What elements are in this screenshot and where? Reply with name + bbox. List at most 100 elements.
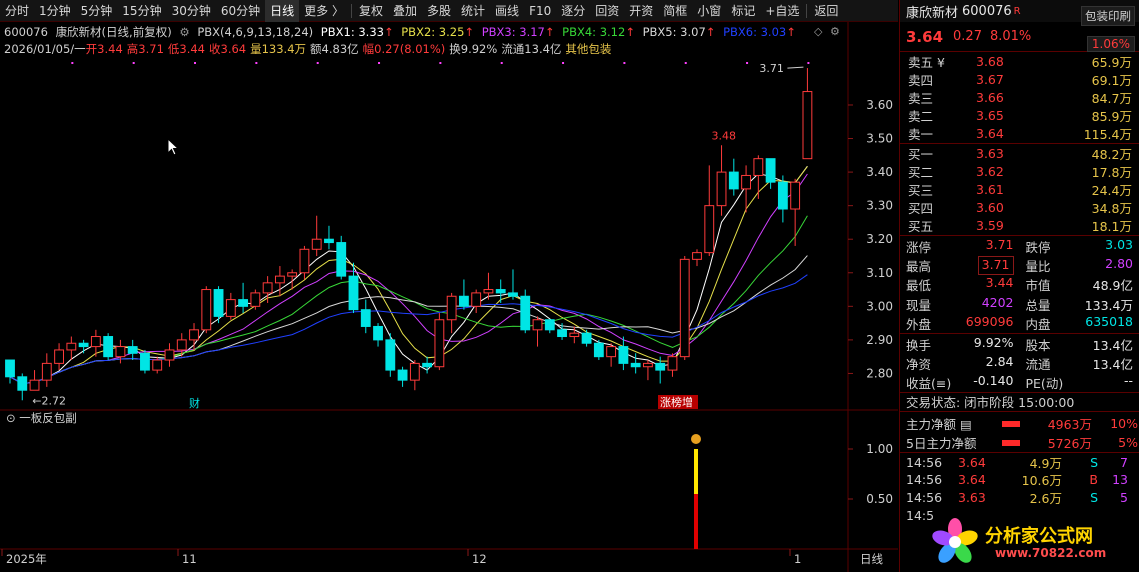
stat-cell: 现量 4202 <box>900 295 1020 314</box>
toolbar-item-18[interactable]: 小窗 <box>692 0 726 22</box>
toolbar-item-4[interactable]: 30分钟 <box>167 0 216 22</box>
sub-tick-label: 1.00 <box>866 442 893 456</box>
capital-flow-row: 5日主力净额 5726万 5% <box>900 433 1139 452</box>
stat-cell: 最高 3.71 <box>900 256 1020 276</box>
candle-body <box>508 292 518 297</box>
flow-pct: 5% <box>1118 435 1138 451</box>
ask-price: 3.66 <box>976 89 1004 105</box>
ask-label: 卖五 ¥ <box>908 54 945 70</box>
bid-level-3[interactable]: 买三 3.61 24.4万 <box>900 180 1139 198</box>
kline-chart-area[interactable]: 3.60 3.50 3.40 3.30 3.20 3.10 3.00 2.90 2.80 3.71… <box>0 22 898 572</box>
mouse-cursor-icon <box>167 138 180 156</box>
period-toolbar: 分时 1分钟 5分钟 15分钟 30分钟 60分钟 日线 更多 〉复权 叠加 多股 统计 画线 F10 逐… <box>0 0 898 22</box>
candle-body <box>373 325 383 341</box>
candle-body <box>446 295 457 321</box>
toolbar-item-21[interactable]: 返回 <box>809 0 843 22</box>
stat-label: PE(动) <box>1025 376 1064 392</box>
bid-level-5[interactable]: 买五 3.59 18.1万 <box>900 217 1139 235</box>
toolbar-item-11[interactable]: 统计 <box>456 0 490 22</box>
stat-label: 量比 <box>1025 259 1051 275</box>
stat-label: 现量 <box>906 297 932 313</box>
event-badge-cai: 财 <box>189 396 200 410</box>
toolbar-item-9[interactable]: 叠加 <box>388 0 422 22</box>
stat-label: 外盘 <box>906 316 932 332</box>
flow-pct: 10% <box>1110 416 1138 432</box>
ask-level-3[interactable]: 卖三 3.66 84.7万 <box>900 88 1139 106</box>
quote-header: 康欣新材 600076 R 包装印刷 <box>900 0 1139 26</box>
toolbar-item-19[interactable]: 标记 <box>726 0 760 22</box>
signal-dot <box>746 62 749 64</box>
capital-flow-row: 主力净额 ▤ 4963万 10% <box>900 414 1139 433</box>
candle-body <box>176 339 187 351</box>
toolbar-item-12[interactable]: 画线 <box>490 0 524 22</box>
toolbar-item-2[interactable]: 5分钟 <box>76 0 118 22</box>
settings-icon[interactable]: ⚙ <box>179 25 189 39</box>
bid-label: 买三 <box>908 182 934 198</box>
toolbar-separator <box>806 3 808 18</box>
flow-value: 4963万 <box>1047 417 1092 433</box>
signal-bar-red <box>694 494 698 549</box>
toolbar-item-1[interactable]: 1分钟 <box>34 0 76 22</box>
candle-body <box>765 158 776 183</box>
stat-label: 涨停 <box>906 239 932 255</box>
sector-button[interactable]: 包装印刷 <box>1081 6 1135 26</box>
toolbar-item-13[interactable]: F10 <box>524 0 556 22</box>
price-tick-label: 3.30 <box>866 199 893 213</box>
candle-body <box>581 332 592 344</box>
stat-cell: 股本 13.4亿 <box>1020 335 1139 354</box>
bar-other: 其他包装 <box>565 42 612 56</box>
ask-level-1[interactable]: 卖五 ¥ 3.68 65.9万 <box>900 52 1139 70</box>
stat-value: 133.4万 <box>1084 297 1133 313</box>
toolbar-item-7[interactable]: 更多 〉 <box>299 0 349 22</box>
candle-body <box>164 349 175 361</box>
ask-level-5[interactable]: 卖一 3.64 115.4万 <box>900 125 1139 143</box>
sector-change-badge[interactable]: 1.06% <box>1086 36 1135 52</box>
toolbar-item-0[interactable]: 分时 <box>0 0 34 22</box>
ask-price: 3.68 <box>976 53 1004 69</box>
toolbar-item-5[interactable]: 60分钟 <box>216 0 265 22</box>
bid-level-4[interactable]: 买四 3.60 34.8万 <box>900 199 1139 217</box>
bar-high: 高3.71 <box>126 42 164 56</box>
ask-level-4[interactable]: 卖二 3.65 85.9万 <box>900 107 1139 125</box>
ask-volume: 115.4万 <box>1083 127 1132 143</box>
bar-float: 流通13.4亿 <box>501 42 562 56</box>
toolbar-item-8[interactable]: 复权 <box>354 0 388 22</box>
pbx2-arrow-icon: ↑ <box>464 25 475 39</box>
tick-p: 3.63 <box>958 490 986 506</box>
candle-body <box>189 329 199 341</box>
ask-label: 卖一 <box>908 127 934 143</box>
toolbar-item-14[interactable]: 逐分 <box>556 0 590 22</box>
price-change-pct: 8.01% <box>989 29 1032 44</box>
toolbar-item-16[interactable]: 开资 <box>624 0 658 22</box>
stat-cell: 市值 48.9亿 <box>1020 275 1139 294</box>
toolbar-item-10[interactable]: 多股 <box>422 0 456 22</box>
bid-price: 3.62 <box>976 163 1004 179</box>
pbx6-value: PBX6: 3.03 <box>723 25 787 39</box>
toolbar-item-20[interactable]: +自选 <box>760 0 804 22</box>
toolbar-item-17[interactable]: 简框 <box>658 0 692 22</box>
indicator-formula[interactable]: PBX(4,6,9,13,18,24) <box>197 25 313 39</box>
price-tick-label: 3.40 <box>866 165 893 179</box>
candle-body <box>250 292 261 307</box>
high-price-label: 3.71 <box>759 62 784 75</box>
toolbar-item-15[interactable]: 回资 <box>590 0 624 22</box>
candle-body <box>225 299 236 317</box>
peak-price-label: 3.48 <box>712 129 737 142</box>
candle-body <box>5 359 15 378</box>
toolbar-item-3[interactable]: 15分钟 <box>117 0 166 22</box>
stat-row: 收益(≡) -0.140 PE(动) -- <box>900 373 1139 392</box>
candle-body <box>274 275 285 284</box>
candle-body <box>655 362 666 371</box>
stat-label: 换手 <box>906 337 932 353</box>
candle-body <box>397 369 408 381</box>
kline-chart[interactable]: 3.60 3.50 3.40 3.30 3.20 3.10 3.00 2.90 2.80 3.71… <box>0 22 898 572</box>
toolbar-item-6[interactable]: 日线 <box>265 0 300 22</box>
price-tick-label: 3.60 <box>866 98 893 112</box>
stat-value: 3.71 <box>985 236 1014 252</box>
quote-stats: 涨停 3.71 跌停 3.03 最高 3.71 量比 2.80 最低 3.44 市值 48.9亿 现量 4… <box>900 234 1139 333</box>
stat-cell: 净资 2.84 <box>900 354 1020 373</box>
candle-body <box>115 346 126 358</box>
bid-level-2[interactable]: 买二 3.62 17.8万 <box>900 162 1139 180</box>
ask-level-2[interactable]: 卖四 3.67 69.1万 <box>900 70 1139 88</box>
bid-level-1[interactable]: 买一 3.63 48.2万 <box>900 144 1139 162</box>
